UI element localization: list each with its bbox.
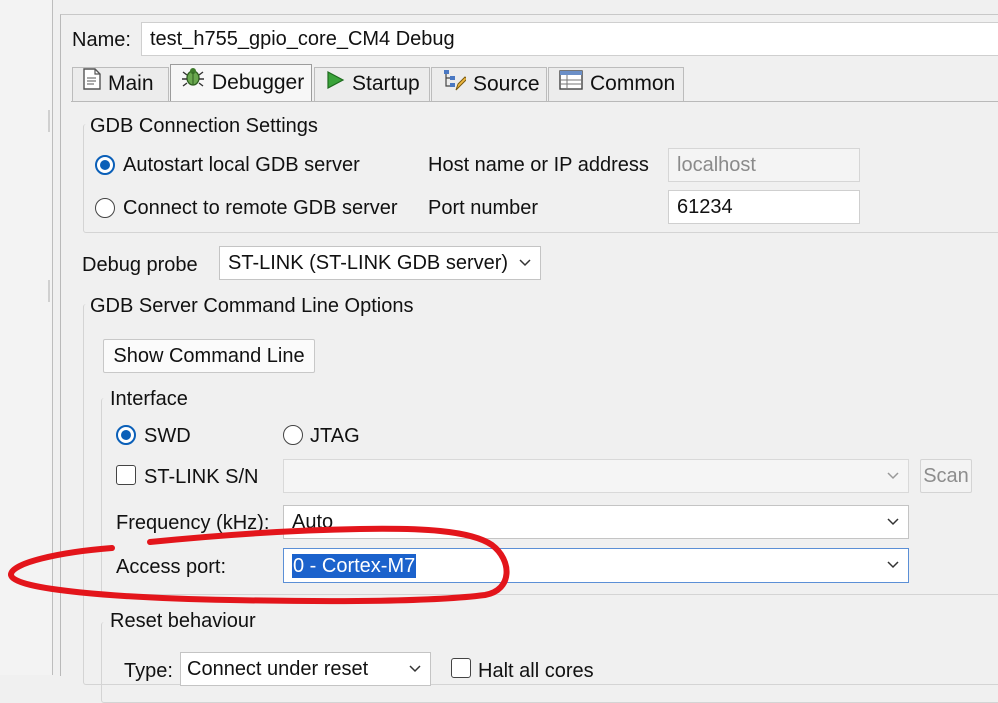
annotation-circle (8, 525, 510, 605)
